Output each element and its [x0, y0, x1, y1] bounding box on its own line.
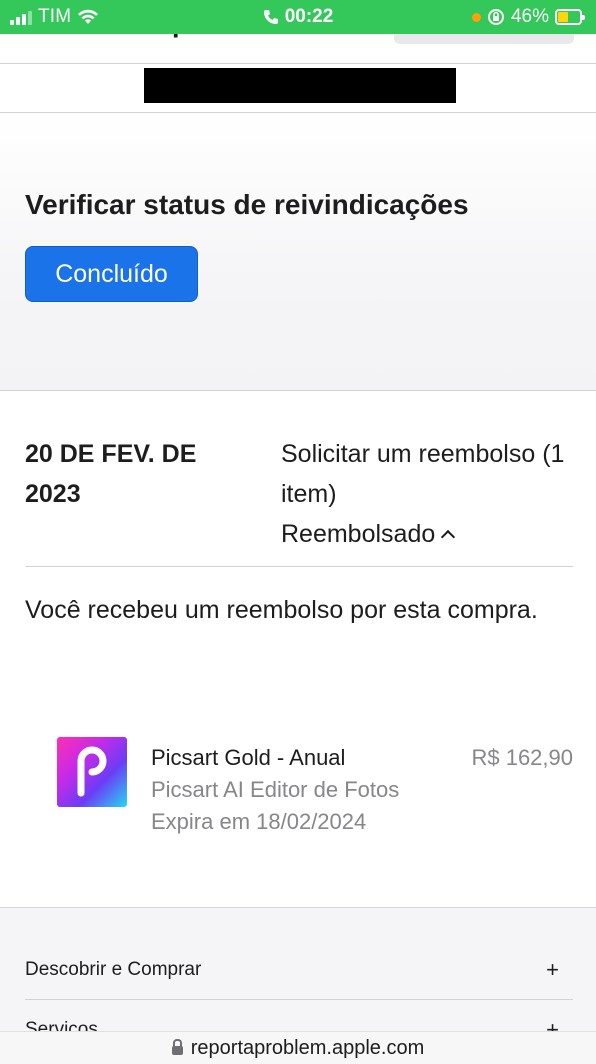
item-name: Picsart Gold - Anual [151, 745, 346, 770]
footer-item-descobrir-e-comprar[interactable]: Descobrir e Comprar + [25, 940, 573, 1000]
battery-icon [555, 9, 585, 25]
claim-request-type: Solicitar um reembolso (1 item) [281, 440, 565, 508]
refund-message: Você recebeu um reembolso por esta compr… [25, 596, 538, 624]
phone-call-icon [263, 10, 278, 24]
done-button[interactable]: Concluído [25, 246, 198, 302]
privacy-indicator-icon [471, 12, 481, 22]
picsart-app-icon [57, 737, 127, 807]
refund-status-toggle[interactable]: Reembolsado [281, 514, 456, 554]
status-bar: TIM 00:22 46% [0, 0, 596, 34]
section-title: Verificar status de reivindicações [25, 189, 469, 220]
item-developer: Picsart AI Editor de Fotos [151, 777, 400, 802]
url-bar[interactable]: reportaproblem.apple.com [0, 1031, 596, 1064]
claim-date: 20 DE FEV. DE 2023 [25, 440, 197, 508]
divider [25, 566, 573, 567]
refund-status-label: Reembolsado [281, 520, 436, 548]
url-domain: reportaproblem.apple.com [190, 1036, 425, 1059]
lock-icon [171, 1039, 183, 1055]
plus-icon: + [546, 957, 559, 982]
footer-item-label: Descobrir e Comprar [25, 959, 202, 980]
claim-status-section: Verificar status de reivindicações Concl… [0, 113, 596, 391]
chevron-up-icon [441, 529, 456, 545]
orientation-lock-icon [487, 9, 504, 25]
item-price: R$ 162,90 [471, 745, 573, 770]
redacted-block [144, 68, 456, 103]
clock-time: 00:22 [284, 6, 334, 27]
item-expiry: Expira em 18/02/2024 [151, 809, 367, 834]
battery-percentage: 46% [510, 6, 549, 27]
